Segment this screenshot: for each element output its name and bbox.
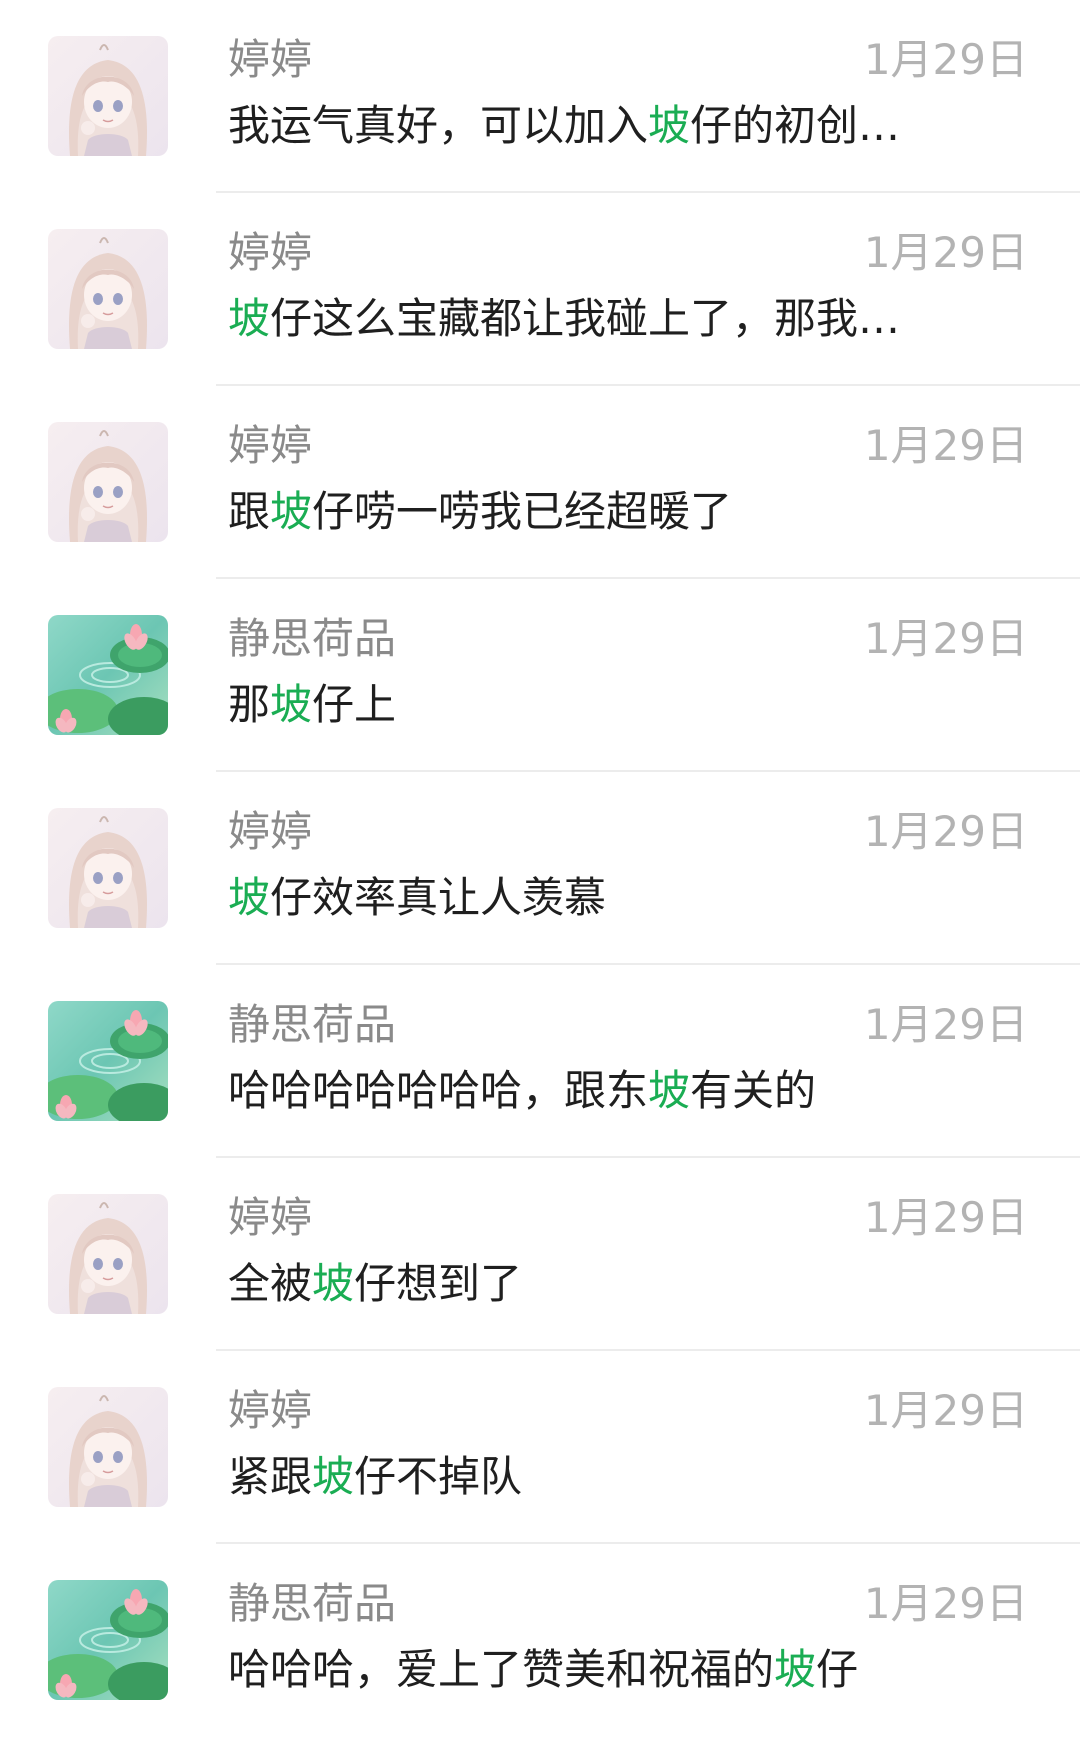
message-preview: 跟坡仔唠一唠我已经超暖了 [228, 487, 733, 536]
sender-name: 婷婷 [228, 421, 313, 470]
lotus-pond-avatar-icon[interactable] [48, 1001, 168, 1121]
lotus-pond-avatar-icon[interactable] [48, 615, 168, 735]
keyword-highlight: 坡 [774, 1645, 817, 1694]
message-date: 1月29日 [863, 1579, 1028, 1628]
message-date: 1月29日 [863, 35, 1028, 84]
girl-avatar-icon[interactable] [48, 36, 168, 156]
girl-avatar-icon[interactable] [48, 229, 168, 349]
message-preview: 紧跟坡仔不掉队 [228, 1452, 523, 1501]
message-preview: 那坡仔上 [228, 680, 397, 729]
search-results-list: 婷婷 1月29日 我运气真好，可以加入坡仔的初创… 婷婷 1月29日 坡仔这么宝藏都让我… [0, 0, 1080, 1730]
sender-name: 婷婷 [228, 807, 313, 856]
girl-avatar-icon[interactable] [48, 1387, 168, 1507]
message-date: 1月29日 [863, 807, 1028, 856]
chat-record-item[interactable]: 婷婷 1月29日全被坡仔想到了 [0, 1158, 1080, 1351]
girl-avatar-icon[interactable] [48, 808, 168, 928]
chat-record-item[interactable]: 静思荷品 1月29日 哈哈哈，爱上了赞美和祝福的坡仔 [0, 1544, 1080, 1737]
girl-avatar-icon[interactable] [48, 1194, 168, 1314]
message-date: 1月29日 [863, 614, 1028, 663]
message-preview: 哈哈哈，爱上了赞美和祝福的坡仔 [228, 1645, 859, 1694]
chat-record-item[interactable]: 静思荷品 1月29日那坡仔上 [0, 579, 1080, 772]
keyword-highlight: 坡 [312, 1452, 355, 1501]
message-date: 1月29日 [863, 421, 1028, 470]
girl-avatar-icon[interactable] [48, 422, 168, 542]
message-preview: 哈哈哈哈哈哈哈，跟东坡有关的 [228, 1066, 817, 1115]
message-preview: 坡仔效率真让人羡慕 [228, 873, 607, 922]
chat-record-item[interactable]: 婷婷 1月29日紧跟坡仔不掉队 [0, 1351, 1080, 1544]
chat-record-item[interactable]: 婷婷 1月29日跟坡仔唠一唠我已经超暖了 [0, 386, 1080, 579]
message-preview: 我运气真好，可以加入坡仔的初创… [228, 101, 901, 150]
chat-record-item[interactable]: 婷婷 1月29日我运气真好，可以加入坡仔的初创… [0, 0, 1080, 193]
message-date: 1月29日 [863, 1000, 1028, 1049]
sender-name: 婷婷 [228, 1386, 313, 1435]
keyword-highlight: 坡 [648, 101, 691, 150]
sender-name: 婷婷 [228, 1193, 313, 1242]
keyword-highlight: 坡 [270, 680, 313, 729]
chat-record-item[interactable]: 婷婷 1月29日坡仔这么宝藏都让我碰上了，那我… [0, 193, 1080, 386]
keyword-highlight: 坡 [228, 873, 271, 922]
keyword-highlight: 坡 [270, 487, 313, 536]
lotus-pond-avatar-icon[interactable] [48, 1580, 168, 1700]
message-date: 1月29日 [863, 228, 1028, 277]
chat-record-item[interactable]: 婷婷 1月29日坡仔效率真让人羡慕 [0, 772, 1080, 965]
sender-name: 静思荷品 [228, 1000, 397, 1049]
sender-name: 静思荷品 [228, 1579, 397, 1628]
sender-name: 婷婷 [228, 228, 313, 277]
message-date: 1月29日 [863, 1386, 1028, 1435]
sender-name: 静思荷品 [228, 614, 397, 663]
keyword-highlight: 坡 [312, 1259, 355, 1308]
keyword-highlight: 坡 [228, 294, 271, 343]
message-preview: 全被坡仔想到了 [228, 1259, 523, 1308]
chat-record-item[interactable]: 静思荷品 1月29日 哈哈哈哈哈哈哈，跟东坡有关的 [0, 965, 1080, 1158]
keyword-highlight: 坡 [648, 1066, 691, 1115]
message-date: 1月29日 [863, 1193, 1028, 1242]
message-preview: 坡仔这么宝藏都让我碰上了，那我… [228, 294, 901, 343]
sender-name: 婷婷 [228, 35, 313, 84]
